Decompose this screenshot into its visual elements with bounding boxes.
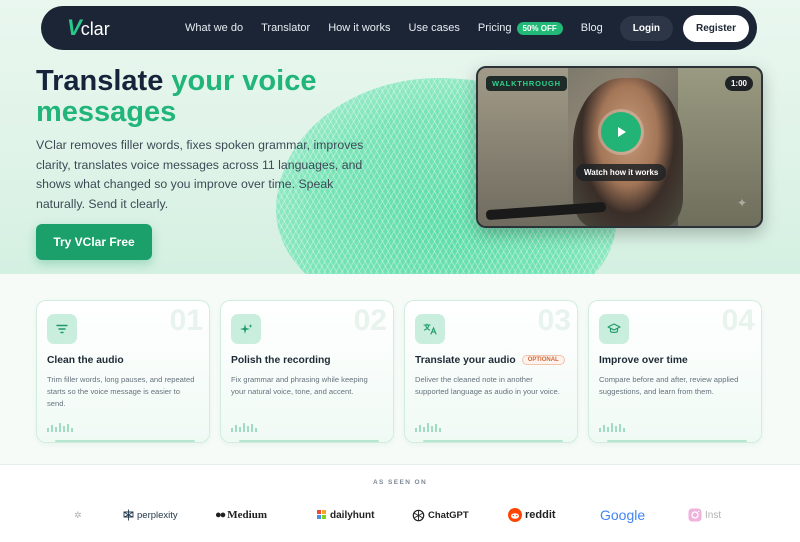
vclar-logo[interactable]: Vclar: [67, 15, 179, 41]
google-logo[interactable]: Google: [600, 505, 645, 525]
pricing-discount-badge: 50% OFF: [516, 22, 563, 35]
card-number: 02: [353, 304, 387, 337]
dailyhunt-label: dailyhunt: [330, 509, 375, 521]
register-button[interactable]: Register: [682, 14, 749, 42]
nav-link-pricing[interactable]: Pricing 50% OFF: [477, 22, 563, 35]
translate-icon: [415, 314, 445, 344]
auth-buttons: Login Register: [619, 14, 749, 42]
hero-title-part1: Translate: [36, 65, 172, 97]
medium-logo[interactable]: ●● Medium: [215, 505, 267, 525]
watch-how-it-works-label[interactable]: Watch how it works: [576, 164, 667, 181]
video-background: [478, 68, 568, 226]
hero-title: Translate your voice messages: [36, 66, 356, 128]
walkthrough-video[interactable]: WALKTHROUGH 1:00 Watch how it works ✦: [476, 66, 763, 228]
medium-dots-icon: ●●: [215, 509, 226, 521]
nav-link-what-we-do[interactable]: What we do: [185, 22, 243, 34]
seen-on-background: [0, 464, 800, 542]
nav-link-translator[interactable]: Translator: [261, 22, 310, 34]
try-free-button[interactable]: Try VClar Free: [36, 224, 152, 260]
card-accent-line: [607, 440, 747, 442]
press-logos-row: ✲ perplexity ●● Medium dailyhunt ChatGPT…: [0, 505, 800, 525]
nav-link-how-it-works[interactable]: How it works: [328, 22, 390, 34]
instagram-logo[interactable]: Inst: [688, 505, 721, 525]
card-number: 03: [537, 304, 571, 337]
dailyhunt-icon: [317, 510, 326, 519]
perplexity-icon: [123, 509, 134, 521]
partial-logo-icon: ✲: [74, 509, 82, 520]
perplexity-logo[interactable]: perplexity: [123, 505, 178, 525]
pricing-label: Pricing: [477, 22, 512, 34]
video-duration: 1:00: [724, 76, 753, 91]
sparkles-icon: [231, 314, 261, 344]
card-description: Fix grammar and phrasing while keeping y…: [231, 375, 368, 396]
hero-description: VClar removes filler words, fixes spoken…: [36, 138, 364, 211]
instagram-icon: [688, 508, 702, 522]
video-shelf: [678, 68, 761, 226]
waveform-icon: [47, 423, 73, 432]
card-accent-line: [55, 440, 195, 442]
filter-lines-icon: [47, 314, 77, 344]
dailyhunt-logo[interactable]: dailyhunt: [317, 505, 374, 525]
feature-card-polish-recording[interactable]: 02 Polish the recording Fix grammar and …: [220, 300, 394, 443]
chatgpt-logo[interactable]: ChatGPT: [412, 505, 469, 525]
card-accent-line: [423, 440, 563, 442]
card-title: Translate your audio OPTIONAL: [415, 355, 565, 366]
sparkle-icon: ✦: [736, 196, 747, 210]
waveform-icon: [415, 423, 441, 432]
login-button[interactable]: Login: [619, 15, 673, 41]
play-button[interactable]: [601, 112, 641, 152]
medium-label: Medium: [227, 509, 268, 521]
card-description: Deliver the cleaned note in another supp…: [415, 375, 560, 396]
card-title-text: Translate your audio: [415, 355, 516, 366]
waveform-icon: [599, 423, 625, 432]
perplexity-label: perplexity: [137, 509, 178, 521]
graduation-cap-icon: [599, 314, 629, 344]
card-title: Improve over time: [599, 355, 688, 366]
feature-card-improve-over-time[interactable]: 04 Improve over time Compare before and …: [588, 300, 762, 443]
reddit-alien-icon: [508, 508, 522, 522]
card-description: Compare before and after, review applied…: [599, 375, 739, 396]
feature-card-translate-audio[interactable]: 03 Translate your audio OPTIONAL Deliver …: [404, 300, 578, 443]
waveform-icon: [231, 423, 257, 432]
google-label: Google: [600, 507, 646, 523]
logo-text: clar: [80, 19, 110, 39]
card-title: Clean the audio: [47, 355, 124, 366]
walkthrough-badge: WALKTHROUGH: [486, 76, 567, 91]
play-icon: [618, 127, 626, 137]
reddit-logo[interactable]: reddit: [508, 505, 556, 525]
feature-card-clean-audio[interactable]: 01 Clean the audio Trim filler words, lo…: [36, 300, 210, 443]
card-number: 01: [169, 304, 203, 337]
nav-link-blog[interactable]: Blog: [581, 22, 603, 34]
instagram-label: Inst: [705, 509, 722, 521]
optional-badge: OPTIONAL: [521, 355, 565, 366]
openai-icon: [412, 509, 425, 521]
chatgpt-label: ChatGPT: [428, 509, 469, 521]
feature-cards: 01 Clean the audio Trim filler words, lo…: [36, 300, 763, 443]
card-title: Polish the recording: [231, 355, 331, 366]
nav-link-use-cases[interactable]: Use cases: [409, 22, 460, 34]
card-accent-line: [239, 440, 379, 442]
card-description: Trim filler words, long pauses, and repe…: [47, 375, 195, 408]
as-seen-on-heading: AS SEEN ON: [372, 479, 428, 486]
nav-links: What we do Translator How it works Use c…: [185, 22, 603, 35]
reddit-label: reddit: [525, 509, 556, 521]
logo-v: V: [67, 15, 82, 40]
card-number: 04: [721, 304, 755, 337]
top-navbar: Vclar What we do Translator How it works…: [41, 6, 757, 50]
